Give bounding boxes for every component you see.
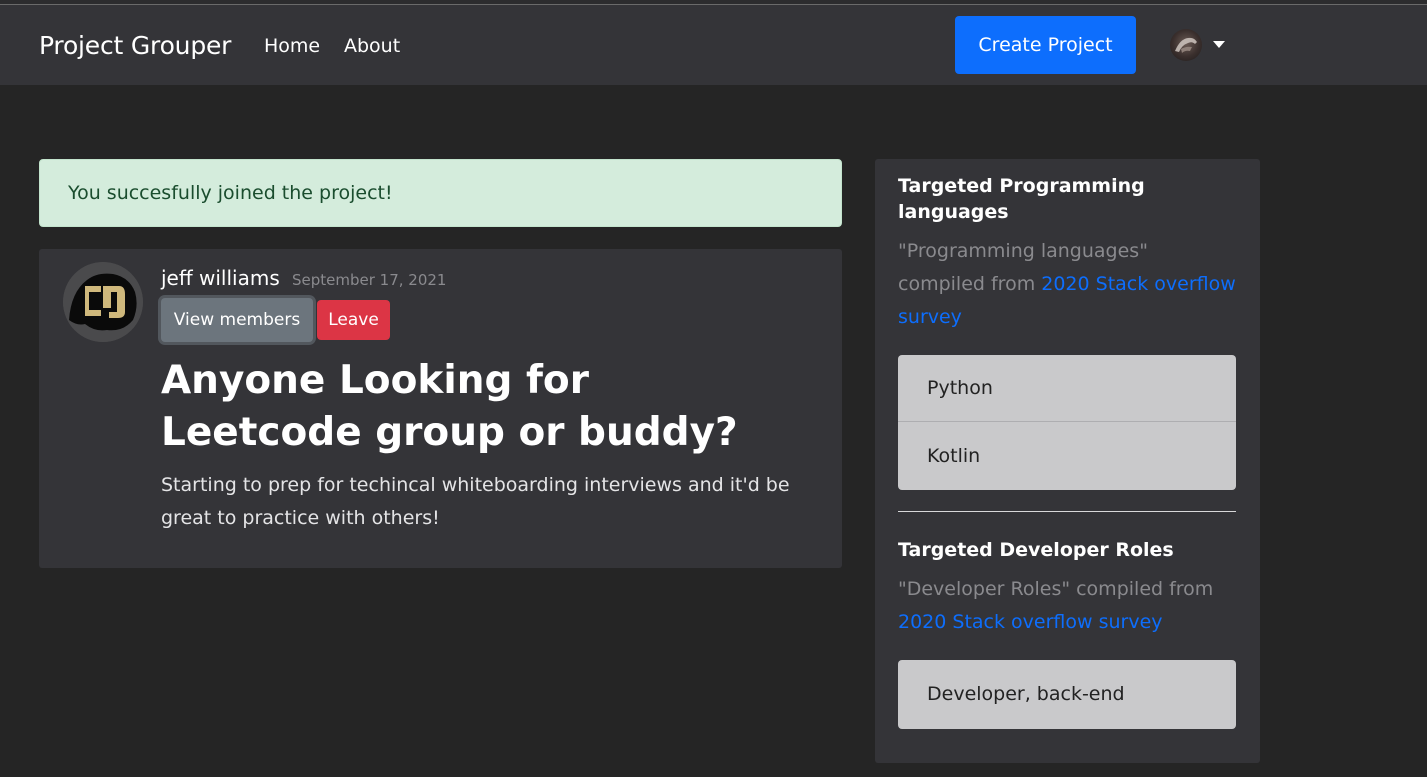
divider: [898, 511, 1236, 512]
user-menu-toggle[interactable]: [1170, 27, 1232, 63]
post-title: Anyone Looking for Leetcode group or bud…: [161, 358, 738, 455]
post-author[interactable]: jeff williams: [161, 266, 280, 290]
project-post-card: jeff williams September 17, 2021 View me…: [39, 249, 842, 568]
languages-heading: Targeted Programming languages: [898, 175, 1145, 223]
languages-list: Python Kotlin: [898, 355, 1236, 490]
view-members-button[interactable]: View members: [161, 298, 313, 342]
list-item: Kotlin: [927, 444, 981, 467]
alert-message: You succesfully joined the project!: [68, 182, 393, 204]
targets-sidebar: Targeted Programming languages "Programm…: [875, 159, 1260, 763]
roles-survey-link[interactable]: 2020 Stack overflow survey: [898, 611, 1163, 633]
post-date: September 17, 2021: [292, 271, 447, 289]
nav-link-about[interactable]: About: [344, 35, 400, 57]
success-alert: You succesfully joined the project!: [39, 159, 842, 227]
roles-list: Developer, back-end: [898, 660, 1236, 729]
create-project-button[interactable]: Create Project: [955, 16, 1136, 74]
list-item: Developer, back-end: [927, 682, 1125, 705]
roles-heading: Targeted Developer Roles: [898, 539, 1174, 561]
brand-link[interactable]: Project Grouper: [39, 31, 231, 60]
chevron-down-icon: [1213, 41, 1225, 48]
list-item: Python: [898, 355, 1236, 422]
post-body: Starting to prep for techincal whiteboar…: [161, 474, 790, 529]
user-avatar: [1170, 29, 1202, 61]
roles-desc-text: "Developer Roles" compiled from: [898, 578, 1214, 600]
navbar: Project Grouper Home About Create Projec…: [0, 5, 1427, 85]
languages-description: "Programming languages" compiled from 20…: [898, 235, 1238, 334]
author-avatar: [63, 262, 143, 342]
nav-link-home[interactable]: Home: [264, 35, 320, 57]
roles-description: "Developer Roles" compiled from 2020 Sta…: [898, 573, 1238, 639]
leave-button[interactable]: Leave: [317, 300, 390, 340]
